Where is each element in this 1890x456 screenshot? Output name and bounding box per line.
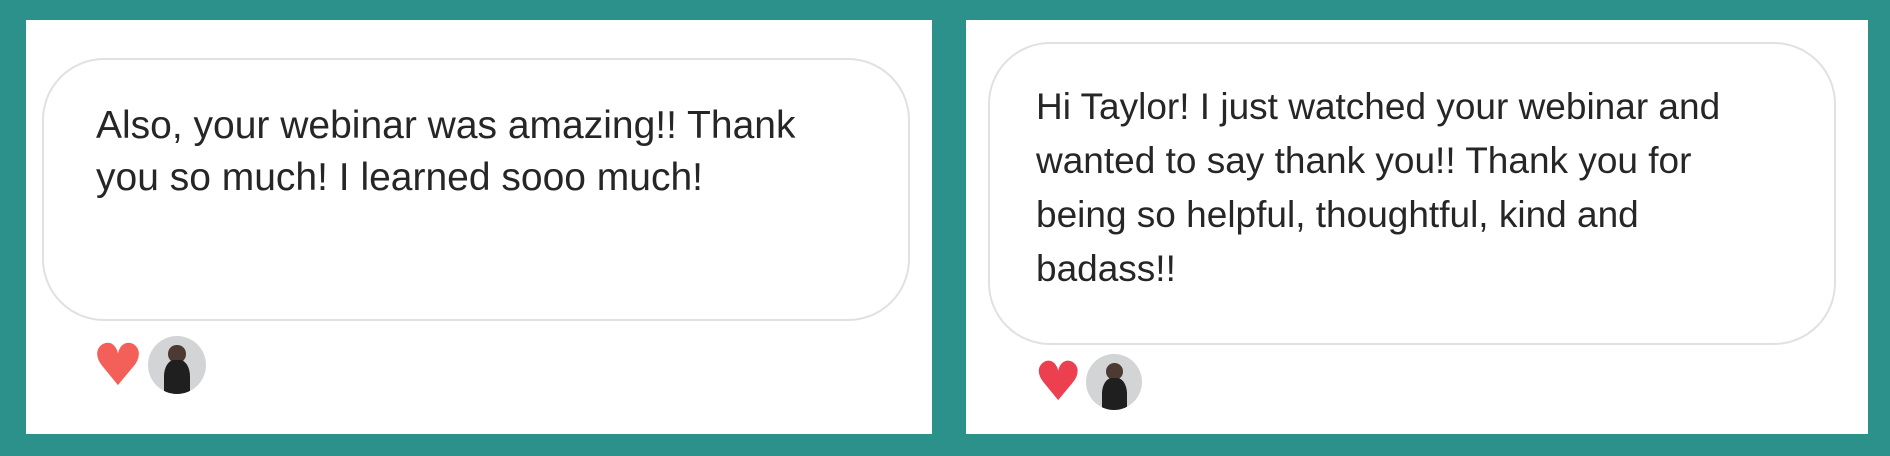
message-bubble[interactable]: Also, your webinar was amazing!! Thank y… <box>42 58 910 321</box>
avatar[interactable] <box>148 336 206 394</box>
avatar-body <box>164 360 190 394</box>
message-text: Also, your webinar was amazing!! Thank y… <box>96 104 796 199</box>
heart-icon[interactable]: ♥ <box>92 336 144 394</box>
avatar-body <box>1102 377 1127 410</box>
message-panel-left: Also, your webinar was amazing!! Thank y… <box>26 20 932 434</box>
reaction-row: ♥ <box>1034 354 1143 410</box>
reaction-row: ♥ <box>92 336 206 394</box>
heart-icon[interactable]: ♥ <box>1034 355 1082 409</box>
message-bubble[interactable]: Hi Taylor! I just watched your webinar a… <box>988 42 1836 345</box>
message-panel-right: Hi Taylor! I just watched your webinar a… <box>966 20 1868 434</box>
avatar[interactable] <box>1086 354 1143 410</box>
message-text: Hi Taylor! I just watched your webinar a… <box>1036 86 1721 289</box>
